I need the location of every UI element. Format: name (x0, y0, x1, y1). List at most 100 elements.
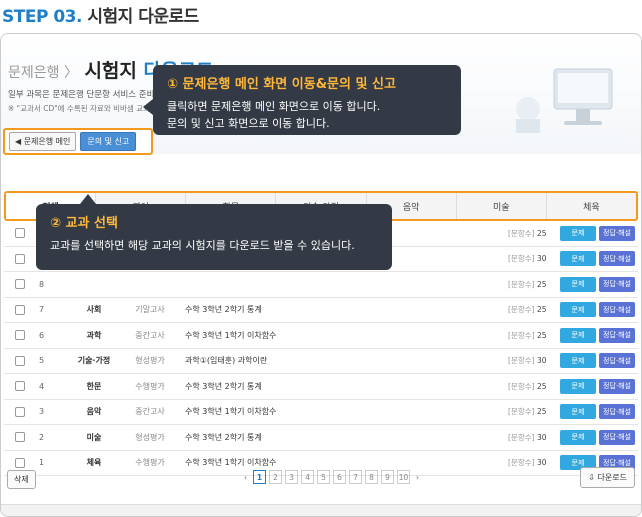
row-count: [문항수] 25 (508, 381, 547, 391)
breadcrumb-root[interactable]: 문제은행 (8, 65, 60, 81)
row-checkbox[interactable] (15, 432, 25, 443)
pagination: ‹ 1 2 3 4 5 6 7 8 9 10 › (241, 470, 422, 484)
question-button[interactable]: 문제 (560, 378, 596, 394)
row-count: [문항수] 30 (508, 356, 547, 366)
tooltip-arrow (143, 99, 153, 115)
breadcrumb-separator: 〉 (63, 65, 78, 81)
step-heading: 시험지 다운로드 (87, 7, 199, 27)
table-row: 8 [문항수] 25 문제 정답·해설 (4, 272, 638, 298)
prev-page-button[interactable]: ‹ (241, 473, 250, 482)
page-button[interactable]: 2 (269, 470, 282, 484)
row-count: [문항수] 25 (508, 330, 547, 340)
row-subject: 미술 (86, 432, 102, 442)
answer-button[interactable]: 정답·해설 (599, 429, 635, 445)
row-number: 3 (39, 407, 45, 417)
bank-main-button[interactable]: ◀ 문제은행 메인 (9, 132, 77, 151)
answer-button[interactable]: 정답·해설 (599, 378, 635, 394)
row-type: 중간고사 (135, 330, 165, 340)
page-button[interactable]: 9 (381, 470, 394, 484)
delete-button[interactable]: 삭제 (7, 470, 36, 489)
row-number: 2 (39, 432, 45, 442)
row-subject: 한문 (86, 381, 102, 391)
question-button[interactable]: 문제 (560, 251, 596, 267)
row-type: 수행평가 (135, 381, 165, 391)
row-checkbox[interactable] (15, 304, 25, 315)
step-title: STEP 03. 시험지 다운로드 (2, 2, 199, 27)
row-checkbox[interactable] (15, 253, 25, 264)
page-button[interactable]: 5 (317, 470, 330, 484)
question-button[interactable]: 문제 (560, 404, 596, 420)
answer-button[interactable]: 정답·해설 (599, 327, 635, 343)
row-title: 수학 3학년 1학기 이차함수 (185, 330, 277, 340)
row-checkbox[interactable] (15, 228, 25, 239)
table-row: 4 한문 수행평가 수학 3학년 2학기 통계 [문항수] 25 문제 정답·해… (4, 374, 638, 400)
next-page-button[interactable]: › (413, 473, 422, 482)
answer-button[interactable]: 정답·해설 (599, 353, 635, 369)
row-number: 7 (39, 305, 45, 315)
page-button[interactable]: 10 (397, 470, 410, 484)
tooltip-subject-select: ② 교과 선택 교과를 선택하면 해당 교과의 시험지를 다운로드 받을 수 있… (36, 194, 392, 270)
tooltip-line: 문의 및 신고 화면으로 이동 합니다. (167, 117, 330, 130)
row-number: 6 (39, 330, 45, 340)
question-button[interactable]: 문제 (560, 327, 596, 343)
inquiry-button[interactable]: 문의 및 신고 (80, 132, 137, 151)
table-row: 2 미술 형성평가 수학 3학년 2학기 통계 [문항수] 30 문제 정답·해… (4, 425, 638, 451)
tab-pe[interactable]: 체육 (547, 193, 636, 219)
row-checkbox[interactable] (15, 330, 25, 341)
step-label: STEP 03. (2, 7, 82, 27)
tooltip-title: ① 문제은행 메인 화면 이동&문의 및 신고 (167, 77, 396, 92)
page-button[interactable]: 1 (253, 470, 266, 484)
tooltip-main-and-inquiry: ① 문제은행 메인 화면 이동&문의 및 신고 클릭하면 문제은행 메인 화면으… (143, 65, 461, 135)
table-row: 5 기술·가정 형성평가 과학①(임태훈) 과학이란 [문항수] 30 문제 정… (4, 349, 638, 374)
question-button[interactable]: 문제 (560, 302, 596, 318)
question-button[interactable]: 문제 (560, 353, 596, 369)
answer-button[interactable]: 정답·해설 (599, 276, 635, 292)
row-count: [문항수] 25 (508, 305, 547, 315)
question-button[interactable]: 문제 (560, 225, 596, 241)
row-title: 수학 3학년 2학기 통계 (185, 305, 262, 315)
question-button[interactable]: 문제 (560, 429, 596, 445)
row-type: 형성평가 (135, 356, 165, 366)
row-type: 기말고사 (135, 305, 165, 315)
row-subject: 음악 (86, 407, 102, 417)
row-count: [문항수] 25 (508, 279, 547, 289)
row-count: [문항수] 25 (508, 407, 547, 417)
page-button[interactable]: 3 (285, 470, 298, 484)
page-button[interactable]: 6 (333, 470, 346, 484)
answer-button[interactable]: 정답·해설 (599, 251, 635, 267)
answer-button[interactable]: 정답·해설 (599, 404, 635, 420)
row-subject: 사회 (86, 305, 102, 315)
row-title: 수학 3학년 2학기 통계 (185, 432, 262, 442)
page-button[interactable]: 8 (365, 470, 378, 484)
download-button[interactable]: ⇩ 다운로드 (580, 467, 635, 488)
page-button[interactable]: 7 (349, 470, 362, 484)
row-number: 8 (39, 279, 45, 289)
decorative-illustration (516, 68, 613, 133)
tooltip-line: 교과를 선택하면 해당 교과의 시험지를 다운로드 받을 수 있습니다. (50, 239, 355, 252)
tab-art[interactable]: 미술 (457, 193, 547, 219)
table-row: 7 사회 기말고사 수학 3학년 2학기 통계 [문항수] 25 문제 정답·해… (4, 298, 638, 323)
table-row: 3 음악 중간고사 수학 3학년 1학기 이차함수 [문항수] 25 문제 정답… (4, 400, 638, 425)
row-count: [문항수] 30 (508, 254, 547, 264)
row-title: 수학 3학년 2학기 통계 (185, 381, 262, 391)
tooltip-line: 클릭하면 문제은행 메인 화면으로 이동 합니다. (167, 100, 381, 113)
tooltip-arrow (80, 194, 96, 204)
row-checkbox[interactable] (15, 381, 25, 392)
row-subject: 기술·가정 (77, 356, 111, 366)
question-button[interactable]: 문제 (560, 276, 596, 292)
row-checkbox[interactable] (15, 355, 25, 366)
row-subject: 과학 (86, 330, 102, 340)
row-checkbox[interactable] (15, 406, 25, 417)
row-count: [문항수] 30 (508, 432, 547, 442)
row-title: 과학①(임태훈) 과학이란 (185, 356, 268, 366)
row-checkbox[interactable] (15, 279, 25, 290)
row-type: 형성평가 (135, 432, 165, 442)
answer-button[interactable]: 정답·해설 (599, 225, 635, 241)
download-label: 다운로드 (597, 473, 627, 482)
page-description: 일부 과목은 문제은행 단문항 서비스 준비 중 (8, 90, 165, 100)
bottom-strip (1, 504, 641, 516)
answer-button[interactable]: 정답·해설 (599, 302, 635, 318)
row-type: 중간고사 (135, 407, 165, 417)
page-button[interactable]: 4 (301, 470, 314, 484)
list-footer: 삭제 ‹ 1 2 3 4 5 6 7 8 9 10 › ⇩ 다운로드 (1, 466, 641, 491)
